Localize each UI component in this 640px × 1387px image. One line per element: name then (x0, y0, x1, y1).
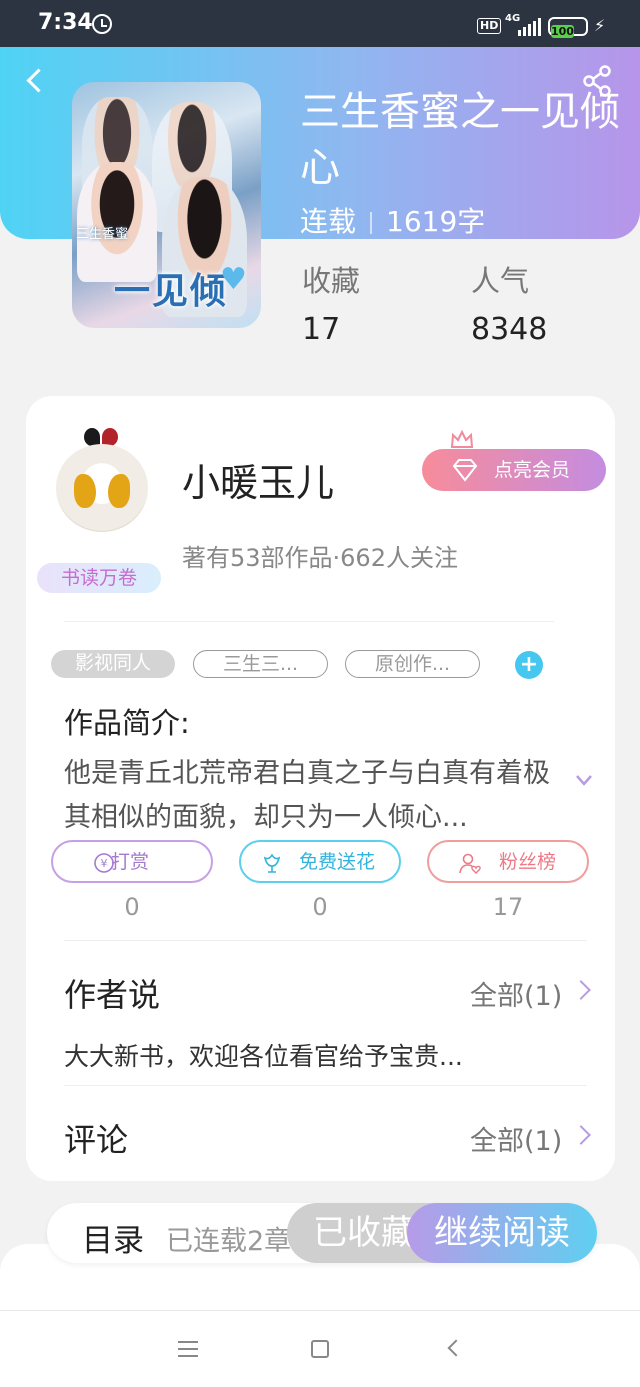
tag-3[interactable]: 原创作... (345, 650, 480, 678)
fan-ranking-button[interactable]: 粉丝榜 (427, 840, 589, 883)
cover-title: 一见倾 (114, 271, 229, 312)
hd-indicator: HD (477, 18, 502, 34)
divider (64, 1085, 587, 1086)
flower-icon (263, 853, 281, 873)
author-says-heading: 作者说 (64, 976, 161, 1014)
crown-icon (450, 429, 474, 448)
tag-2[interactable]: 三生三... (193, 650, 328, 678)
book-cover[interactable]: 三生香蜜 一见倾 ♥ (72, 82, 261, 328)
reward-label: 打赏 (111, 851, 150, 873)
flower-count: 0 (312, 893, 328, 921)
add-tag-icon[interactable]: + (515, 651, 543, 679)
charging-icon: ⚡ (594, 16, 606, 35)
svg-text:¥: ¥ (101, 857, 108, 870)
comments-heading: 评论 (64, 1121, 129, 1159)
reward-count: 0 (124, 893, 140, 921)
table-of-contents-button[interactable]: 目录 (82, 1215, 144, 1260)
comments-all-link[interactable]: 全部(1) (470, 1119, 562, 1158)
back-icon[interactable] (22, 64, 52, 98)
popularity-label: 人气 (471, 264, 530, 298)
book-title: 三生香蜜之一见倾心 (300, 89, 620, 191)
reward-button[interactable]: ¥ 打赏 (51, 840, 213, 883)
intro-heading: 作品简介: (64, 706, 190, 740)
yen-icon: ¥ (94, 853, 114, 873)
vip-button-label: 点亮会员 (494, 459, 571, 481)
continue-reading-button[interactable]: 继续阅读 (407, 1203, 597, 1263)
favorites-label: 收藏 (302, 264, 361, 298)
chapter-count: 已连载2章 (166, 1226, 292, 1257)
favorites-count: 17 (302, 312, 341, 347)
book-meta: 连载 1619字 (300, 200, 485, 240)
tag-1[interactable]: 影视同人 (51, 650, 175, 678)
diamond-icon (452, 459, 478, 482)
author-says-text[interactable]: 大大新书，欢迎各位看官给予宝贵... (64, 1037, 463, 1073)
home-icon[interactable] (311, 1340, 329, 1358)
intro-text[interactable]: 他是青丘北荒帝君白真之子与白真有着极其相似的面貌，却只为一人倾心... (64, 752, 554, 840)
fan-count: 17 (492, 893, 524, 921)
author-avatar[interactable] (50, 424, 154, 534)
signal-icon (518, 18, 541, 36)
status-time: 7:34 (38, 10, 93, 35)
divider (64, 621, 554, 622)
chevron-down-icon[interactable] (574, 770, 594, 790)
divider (64, 940, 587, 941)
free-flower-label: 免费送花 (299, 851, 376, 873)
cover-subtitle: 三生香蜜 (76, 227, 129, 242)
author-says-all-link[interactable]: 全部(1) (470, 974, 562, 1013)
fan-icon (459, 853, 481, 874)
author-name[interactable]: 小暖玉儿 (182, 452, 334, 507)
status-bar: 7:34 HD 4G 100 ⚡ (0, 0, 640, 47)
book-status: 连载 (300, 205, 357, 238)
word-count: 1619字 (386, 205, 486, 238)
popularity-count: 8348 (471, 312, 548, 347)
alarm-icon (92, 14, 112, 34)
battery-level: 100 (551, 25, 574, 38)
author-works-info: 著有53部作品·662人关注 (182, 544, 458, 572)
vip-button[interactable]: 点亮会员 (422, 449, 606, 491)
author-level-badge: 书读万卷 (37, 563, 161, 593)
heart-icon: ♥ (220, 262, 247, 297)
free-flower-button[interactable]: 免费送花 (239, 840, 401, 883)
battery-icon: 100 (548, 17, 588, 38)
menu-icon[interactable] (178, 1341, 198, 1357)
fan-ranking-label: 粉丝榜 (499, 851, 557, 873)
